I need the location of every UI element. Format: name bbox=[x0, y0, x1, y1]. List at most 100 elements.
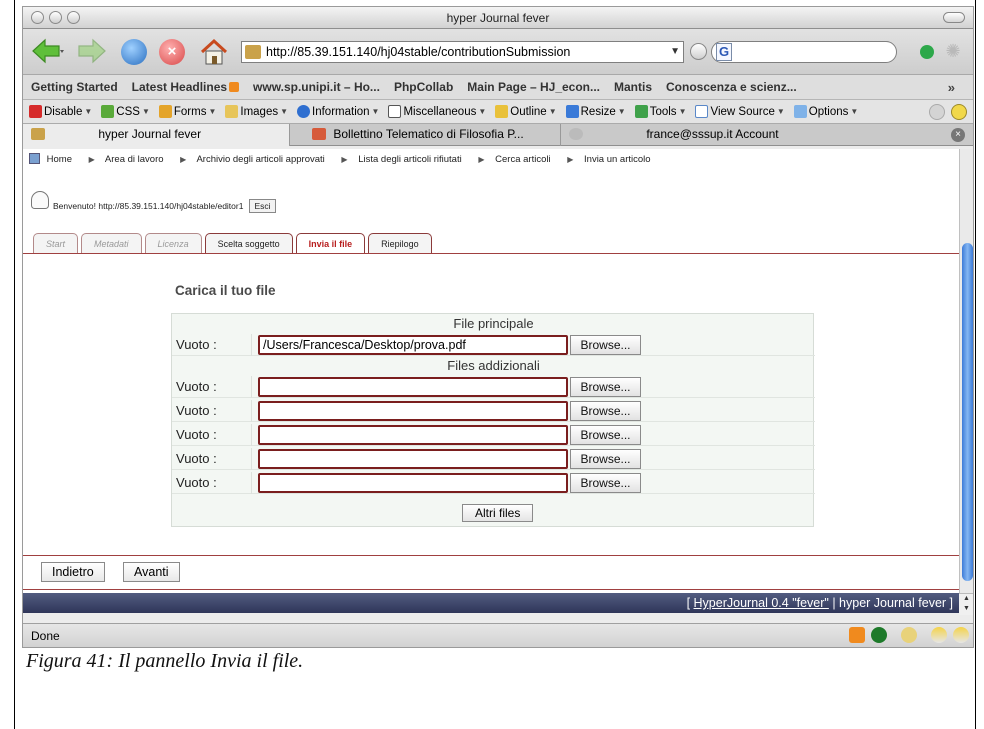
buttons-divider-top bbox=[23, 555, 959, 556]
bookmarks-toolbar: Getting Started Latest Headlines www.sp.… bbox=[23, 75, 973, 100]
scroll-arrows-icon[interactable]: ▲ ▼ bbox=[959, 593, 973, 615]
bookmarks-overflow-icon[interactable]: » bbox=[948, 80, 955, 95]
hyperjournal-link[interactable]: HyperJournal 0.4 "fever" bbox=[694, 596, 829, 610]
welcome-text: Benvenuto! http://85.39.151.140/hj04stab… bbox=[53, 201, 244, 211]
close-tab-icon[interactable]: × bbox=[951, 128, 965, 142]
vertical-scrollbar[interactable] bbox=[959, 149, 973, 593]
tab-favicon-icon bbox=[312, 128, 326, 140]
browser-tab-bollettino[interactable]: Bollettino Telematico di Filosofia P... bbox=[290, 124, 561, 146]
forward-arrow-icon[interactable] bbox=[77, 38, 111, 64]
additional-file-browse-button-5[interactable]: Browse... bbox=[570, 473, 641, 493]
zoom-window-button[interactable] bbox=[67, 11, 80, 24]
devbar-css[interactable]: CSS ▼ bbox=[101, 105, 150, 118]
back-arrow-icon[interactable] bbox=[31, 38, 65, 64]
devbar-images[interactable]: Images ▼ bbox=[225, 105, 288, 118]
step-tab-scelta-soggetto[interactable]: Scelta soggetto bbox=[204, 233, 293, 253]
devbar-miscellaneous[interactable]: Miscellaneous ▼ bbox=[388, 105, 486, 118]
search-field[interactable]: G bbox=[711, 41, 897, 63]
url-dropdown-icon[interactable]: ▼ bbox=[667, 42, 680, 62]
additional-file-browse-button-1[interactable]: Browse... bbox=[570, 377, 641, 397]
file-row-label: Vuoto : bbox=[176, 337, 217, 352]
bookmark-hj-econ[interactable]: Main Page – HJ_econ... bbox=[467, 80, 600, 94]
devbar-options[interactable]: Options ▼ bbox=[793, 105, 858, 118]
additional-file-input-1[interactable] bbox=[258, 377, 568, 397]
stop-icon[interactable]: × bbox=[159, 39, 185, 65]
crumb-rifiutati[interactable]: Lista degli articoli rifiutati bbox=[358, 154, 462, 165]
column-divider bbox=[251, 472, 252, 494]
devbar-resize[interactable]: Resize ▼ bbox=[565, 105, 626, 118]
rss-icon bbox=[229, 82, 240, 92]
devbar-information[interactable]: Information ▼ bbox=[297, 105, 379, 118]
search-engine-icon[interactable]: G bbox=[716, 43, 732, 61]
additional-file-input-5[interactable] bbox=[258, 473, 568, 493]
sun-icon[interactable] bbox=[901, 627, 917, 643]
bookmark-phpcollab[interactable]: PhpCollab bbox=[394, 80, 453, 94]
browser-tab-sssup[interactable]: france@sssup.it Account bbox=[561, 124, 831, 146]
devbar-label: Forms bbox=[173, 105, 207, 118]
crumb-cerca[interactable]: Cerca articoli bbox=[495, 154, 550, 165]
info-status-icon[interactable] bbox=[951, 104, 967, 120]
step-tab-invia-il-file[interactable]: Invia il file bbox=[295, 233, 366, 253]
window-title: hyper Journal fever bbox=[446, 11, 550, 25]
validation-check-icon[interactable] bbox=[929, 104, 945, 120]
additional-file-browse-button-3[interactable]: Browse... bbox=[570, 425, 641, 445]
browser-tab-hyper-journal[interactable]: hyper Journal fever bbox=[23, 124, 290, 146]
devbar-label: Resize bbox=[580, 105, 616, 118]
bookmark-conoscenza[interactable]: Conoscenza e scienz... bbox=[666, 80, 797, 94]
crumb-home[interactable]: Home bbox=[47, 154, 72, 165]
home-icon[interactable] bbox=[199, 38, 229, 66]
file-row-label: Vuoto : bbox=[176, 475, 217, 490]
more-files-button[interactable]: Altri files bbox=[462, 504, 534, 522]
main-file-header: File principale bbox=[453, 316, 534, 331]
step-tab-riepilogo[interactable]: Riepilogo bbox=[368, 233, 432, 253]
scrollbar-thumb[interactable] bbox=[962, 243, 973, 581]
additional-file-input-2[interactable] bbox=[258, 401, 568, 421]
additional-file-input-3[interactable] bbox=[258, 425, 568, 445]
devbar-disable[interactable]: Disable ▼ bbox=[29, 105, 92, 118]
url-field[interactable]: http://85.39.151.140/hj04stable/contribu… bbox=[241, 41, 684, 63]
back-button[interactable]: Indietro bbox=[41, 562, 105, 582]
outline-pencil-icon bbox=[495, 105, 509, 118]
bookmark-sp-unipi[interactable]: www.sp.unipi.it – Ho... bbox=[253, 80, 380, 94]
additional-file-input-4[interactable] bbox=[258, 449, 568, 469]
footer-prefix: [ bbox=[686, 596, 694, 610]
buttons-divider-bottom bbox=[23, 589, 959, 590]
main-file-browse-button[interactable]: Browse... bbox=[570, 335, 641, 355]
devbar-view-source[interactable]: View Source ▼ bbox=[695, 105, 785, 118]
home-page-icon bbox=[29, 153, 40, 164]
activity-spinner-icon: ✺ bbox=[945, 41, 961, 61]
url-text: http://85.39.151.140/hj04stable/contribu… bbox=[266, 45, 571, 59]
additional-file-row: Vuoto : Browse... bbox=[172, 376, 815, 398]
crumb-area-di-lavoro[interactable]: Area di lavoro bbox=[105, 154, 164, 165]
toolbar-toggle-button[interactable] bbox=[943, 12, 965, 23]
devbar-label: Miscellaneous bbox=[403, 105, 477, 118]
devbar-label: Outline bbox=[510, 105, 547, 118]
rss-status-icon[interactable] bbox=[849, 627, 865, 643]
additional-file-browse-button-4[interactable]: Browse... bbox=[570, 449, 641, 469]
tab-label: hyper Journal fever bbox=[98, 127, 202, 141]
additional-file-browse-button-2[interactable]: Browse... bbox=[570, 401, 641, 421]
devbar-outline[interactable]: Outline ▼ bbox=[495, 105, 557, 118]
tab-favicon-icon bbox=[31, 128, 45, 140]
minimize-window-button[interactable] bbox=[49, 11, 62, 24]
weather-cloud-sun-icon[interactable] bbox=[931, 627, 947, 643]
close-window-button[interactable] bbox=[31, 11, 44, 24]
tab-favicon-icon bbox=[569, 128, 583, 140]
css-icon bbox=[101, 105, 115, 118]
bookmark-latest-headlines[interactable]: Latest Headlines bbox=[132, 80, 240, 94]
crumb-archivio[interactable]: Archivio degli articoli approvati bbox=[196, 154, 324, 165]
devbar-tools[interactable]: Tools ▼ bbox=[634, 105, 686, 118]
main-file-input[interactable] bbox=[258, 335, 568, 355]
bookmark-getting-started[interactable]: Getting Started bbox=[31, 80, 118, 94]
search-go-icon[interactable] bbox=[920, 45, 934, 59]
crumb-invia[interactable]: Invia un articolo bbox=[584, 154, 651, 165]
devbar-forms[interactable]: Forms ▼ bbox=[158, 105, 216, 118]
logout-button[interactable]: Esci bbox=[249, 199, 276, 213]
bookmark-mantis[interactable]: Mantis bbox=[614, 80, 652, 94]
go-button[interactable] bbox=[690, 43, 707, 60]
next-button[interactable]: Avanti bbox=[123, 562, 180, 582]
status-text: Done bbox=[31, 629, 60, 643]
green-dot-icon[interactable] bbox=[871, 627, 887, 643]
weather-cloud-sun-icon[interactable] bbox=[953, 627, 969, 643]
reload-icon[interactable] bbox=[121, 39, 147, 65]
